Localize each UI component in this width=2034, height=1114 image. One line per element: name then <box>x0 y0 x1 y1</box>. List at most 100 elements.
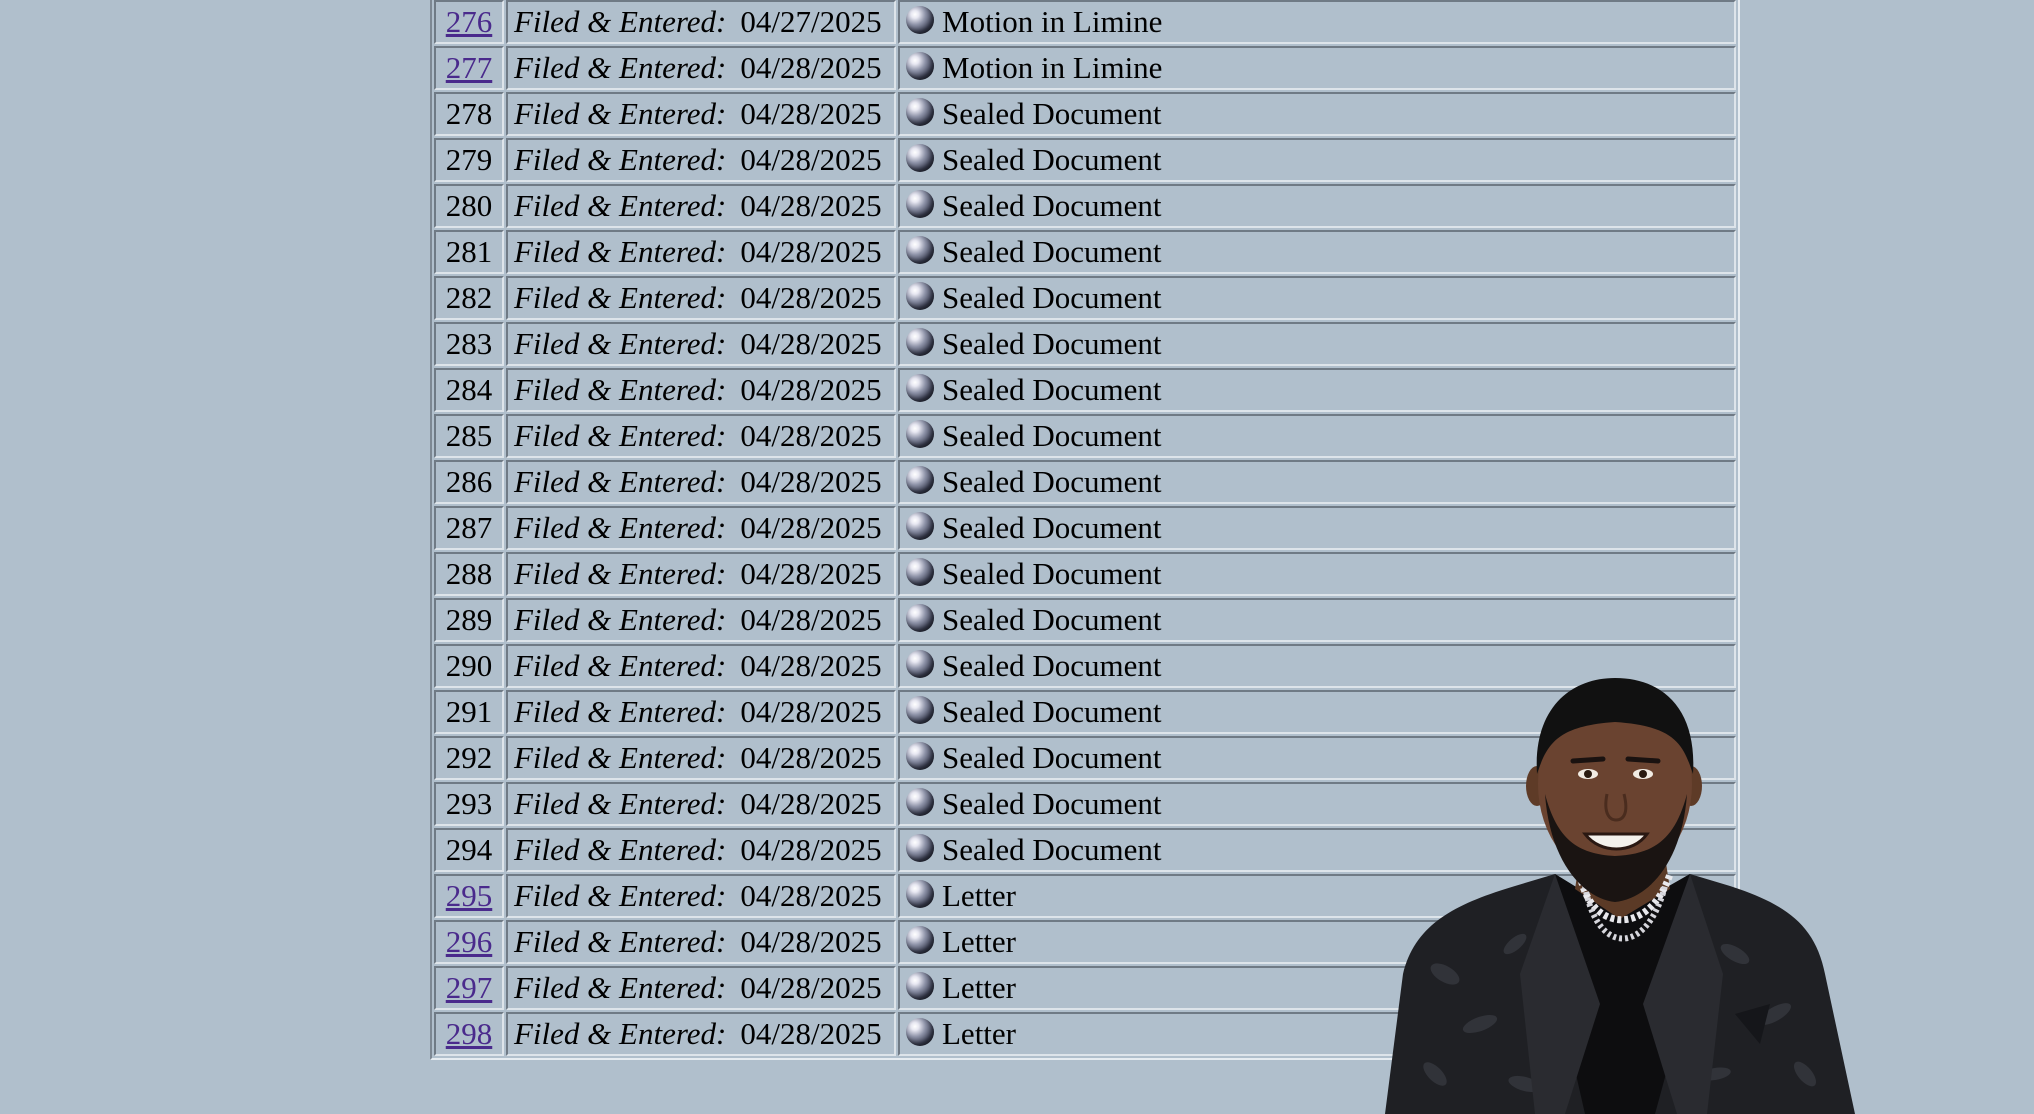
entry-number-link[interactable]: 296 <box>446 924 493 959</box>
entry-number-cell: 276 <box>434 0 504 44</box>
entry-description: Sealed Document <box>942 234 1162 269</box>
entry-number: 286 <box>445 464 493 499</box>
globe-icon[interactable] <box>906 742 934 770</box>
filed-entered-label: Filed & Entered: <box>514 4 727 39</box>
entry-number-cell: 281 <box>434 230 504 274</box>
globe-icon[interactable] <box>906 696 934 724</box>
filed-date: 04/28/2025 <box>740 372 882 407</box>
entry-number-link[interactable]: 298 <box>446 1016 493 1051</box>
filed-date: 04/28/2025 <box>740 234 882 269</box>
entry-description: Sealed Document <box>942 832 1162 867</box>
filed-date: 04/28/2025 <box>740 510 882 545</box>
description-cell: Sealed Document <box>898 230 1736 274</box>
globe-icon[interactable] <box>906 512 934 540</box>
entry-number-cell: 288 <box>434 552 504 596</box>
table-row: 283 Filed & Entered: 04/28/2025 Sealed Docu… <box>434 322 1736 366</box>
filed-date-cell: Filed & Entered: 04/27/2025 <box>506 0 896 44</box>
entry-number-cell: 279 <box>434 138 504 182</box>
filed-date-cell: Filed & Entered: 04/28/2025 <box>506 46 896 90</box>
filed-date: 04/28/2025 <box>740 878 882 913</box>
globe-icon[interactable] <box>906 834 934 862</box>
entry-number-link[interactable]: 276 <box>446 4 493 39</box>
globe-icon[interactable] <box>906 650 934 678</box>
entry-number-cell: 282 <box>434 276 504 320</box>
entry-number: 292 <box>445 740 493 775</box>
globe-icon[interactable] <box>906 374 934 402</box>
table-row: 287 Filed & Entered: 04/28/2025 Sealed Docu… <box>434 506 1736 550</box>
table-row: 288 Filed & Entered: 04/28/2025 Sealed Docu… <box>434 552 1736 596</box>
globe-icon[interactable] <box>906 144 934 172</box>
entry-number-link[interactable]: 277 <box>446 50 493 85</box>
entry-number: 294 <box>445 832 493 867</box>
entry-number: 288 <box>445 556 493 591</box>
globe-icon[interactable] <box>906 236 934 264</box>
entry-number-cell: 295 <box>434 874 504 918</box>
filed-date-cell: Filed & Entered: 04/28/2025 <box>506 1012 896 1056</box>
globe-icon[interactable] <box>906 558 934 586</box>
entry-number-cell: 287 <box>434 506 504 550</box>
filed-date-cell: Filed & Entered: 04/28/2025 <box>506 276 896 320</box>
globe-icon[interactable] <box>906 604 934 632</box>
filed-entered-label: Filed & Entered: <box>514 510 727 545</box>
entry-number-cell: 284 <box>434 368 504 412</box>
entry-number: 290 <box>445 648 493 683</box>
entry-number: 285 <box>445 418 493 453</box>
table-row: 278 Filed & Entered: 04/28/2025 Sealed Docu… <box>434 92 1736 136</box>
entry-number-cell: 280 <box>434 184 504 228</box>
filed-date: 04/28/2025 <box>740 694 882 729</box>
filed-date: 04/28/2025 <box>740 786 882 821</box>
description-cell: Sealed Document <box>898 92 1736 136</box>
filed-date: 04/28/2025 <box>740 418 882 453</box>
table-row: 280 Filed & Entered: 04/28/2025 Sealed Docu… <box>434 184 1736 228</box>
entry-description: Sealed Document <box>942 510 1162 545</box>
entry-number: 279 <box>445 142 493 177</box>
globe-icon[interactable] <box>906 880 934 908</box>
entry-number-cell: 278 <box>434 92 504 136</box>
globe-icon[interactable] <box>906 190 934 218</box>
description-cell: Sealed Document <box>898 506 1736 550</box>
entry-description: Sealed Document <box>942 418 1162 453</box>
entry-number-cell: 297 <box>434 966 504 1010</box>
globe-icon[interactable] <box>906 282 934 310</box>
entry-number: 280 <box>445 188 493 223</box>
globe-icon[interactable] <box>906 6 934 34</box>
entry-number-link[interactable]: 297 <box>446 970 493 1005</box>
entry-number-cell: 277 <box>434 46 504 90</box>
globe-icon[interactable] <box>906 788 934 816</box>
entry-number-cell: 296 <box>434 920 504 964</box>
table-row: 284 Filed & Entered: 04/28/2025 Sealed Docu… <box>434 368 1736 412</box>
filed-date-cell: Filed & Entered: 04/28/2025 <box>506 644 896 688</box>
filed-date-cell: Filed & Entered: 04/28/2025 <box>506 230 896 274</box>
filed-entered-label: Filed & Entered: <box>514 694 727 729</box>
globe-icon[interactable] <box>906 1018 934 1046</box>
filed-entered-label: Filed & Entered: <box>514 556 727 591</box>
table-row: 281 Filed & Entered: 04/28/2025 Sealed Docu… <box>434 230 1736 274</box>
filed-date-cell: Filed & Entered: 04/28/2025 <box>506 920 896 964</box>
entry-number-cell: 292 <box>434 736 504 780</box>
globe-icon[interactable] <box>906 328 934 356</box>
entry-number-cell: 283 <box>434 322 504 366</box>
globe-icon[interactable] <box>906 926 934 954</box>
filed-entered-label: Filed & Entered: <box>514 648 727 683</box>
entry-description: Sealed Document <box>942 740 1162 775</box>
globe-icon[interactable] <box>906 98 934 126</box>
filed-entered-label: Filed & Entered: <box>514 832 727 867</box>
filed-entered-label: Filed & Entered: <box>514 280 727 315</box>
filed-date-cell: Filed & Entered: 04/28/2025 <box>506 184 896 228</box>
entry-description: Motion in Limine <box>942 4 1163 39</box>
entry-number-link[interactable]: 295 <box>446 878 493 913</box>
entry-description: Sealed Document <box>942 648 1162 683</box>
table-row: 289 Filed & Entered: 04/28/2025 Sealed Docu… <box>434 598 1736 642</box>
globe-icon[interactable] <box>906 420 934 448</box>
globe-icon[interactable] <box>906 52 934 80</box>
entry-description: Letter <box>942 970 1017 1005</box>
description-cell: Sealed Document <box>898 368 1736 412</box>
filed-entered-label: Filed & Entered: <box>514 602 727 637</box>
globe-icon[interactable] <box>906 466 934 494</box>
filed-date-cell: Filed & Entered: 04/28/2025 <box>506 92 896 136</box>
table-row: 285 Filed & Entered: 04/28/2025 Sealed Docu… <box>434 414 1736 458</box>
entry-number: 287 <box>445 510 493 545</box>
filed-date-cell: Filed & Entered: 04/28/2025 <box>506 782 896 826</box>
globe-icon[interactable] <box>906 972 934 1000</box>
description-cell: Sealed Document <box>898 138 1736 182</box>
